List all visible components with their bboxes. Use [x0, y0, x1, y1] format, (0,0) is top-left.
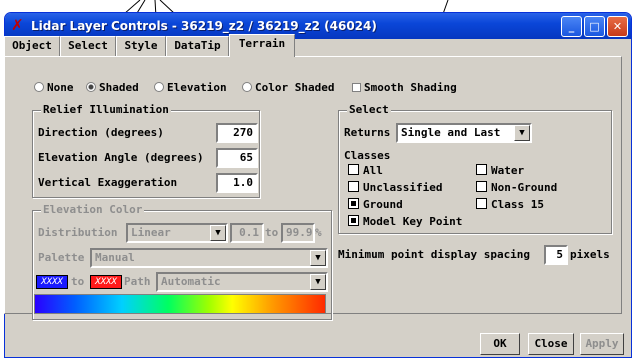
- elevation-angle-field[interactable]: 65: [216, 148, 258, 168]
- distribution-to-field[interactable]: 99.9: [281, 223, 315, 243]
- chevron-down-icon: ▼: [310, 274, 326, 290]
- checkbox-indicator: [476, 181, 487, 192]
- close-window-button[interactable]: ✕: [607, 16, 628, 37]
- radio-color-shaded-indicator: [242, 82, 252, 92]
- minimize-button[interactable]: _: [561, 16, 582, 37]
- radio-shaded[interactable]: Shaded: [86, 81, 139, 94]
- radio-color-shaded[interactable]: Color Shaded: [242, 81, 334, 94]
- radio-shaded-indicator: [86, 82, 96, 92]
- smooth-shading-indicator: [352, 83, 361, 92]
- swatch-to-label: to: [71, 275, 85, 288]
- checkbox-indicator: [348, 198, 359, 209]
- radio-none-indicator: [34, 82, 44, 92]
- apply-button[interactable]: Apply: [580, 333, 624, 355]
- checkbox-indicator: [476, 198, 487, 209]
- palette-select[interactable]: Manual ▼: [90, 248, 328, 268]
- close-button[interactable]: Close: [528, 333, 574, 355]
- elevation-angle-label: Elevation Angle (degrees): [38, 151, 204, 164]
- window-title: Lidar Layer Controls - 36219_z2 / 36219_…: [31, 19, 377, 33]
- relief-illumination-legend: Relief Illumination: [41, 103, 171, 116]
- class-unclassified-checkbox[interactable]: Unclassified: [348, 181, 442, 194]
- radio-elevation-indicator: [154, 82, 164, 92]
- elevation-color-legend: Elevation Color: [41, 203, 145, 216]
- returns-select[interactable]: Single and Last ▼: [396, 123, 532, 143]
- tab-select[interactable]: Select: [60, 36, 116, 56]
- class-model-key-point-checkbox[interactable]: Model Key Point: [348, 215, 462, 228]
- maximize-button[interactable]: □: [584, 16, 605, 37]
- classes-label: Classes: [344, 149, 391, 162]
- percent-label: %: [315, 226, 322, 239]
- direction-field[interactable]: 270: [216, 123, 258, 143]
- chevron-down-icon: ▼: [310, 250, 326, 266]
- app-icon: ✗: [11, 16, 24, 34]
- chevron-down-icon: ▼: [514, 125, 530, 141]
- class-15-checkbox[interactable]: Class 15: [476, 198, 544, 211]
- path-select[interactable]: Automatic ▼: [156, 272, 328, 292]
- checkbox-indicator: [476, 164, 487, 175]
- ok-button[interactable]: OK: [480, 333, 520, 355]
- tab-object[interactable]: Object: [4, 36, 60, 56]
- distribution-to-label: to: [265, 226, 279, 239]
- color-to-swatch[interactable]: XXXX: [90, 275, 122, 289]
- tab-datatip[interactable]: DataTip: [166, 36, 229, 56]
- color-from-swatch[interactable]: XXXX: [36, 275, 68, 289]
- distribution-select[interactable]: Linear ▼: [126, 223, 228, 243]
- direction-label: Direction (degrees): [38, 126, 164, 139]
- returns-label: Returns: [344, 126, 391, 139]
- distribution-label: Distribution: [38, 226, 118, 239]
- chevron-down-icon: ▼: [210, 225, 226, 241]
- class-water-checkbox[interactable]: Water: [476, 164, 524, 177]
- radio-elevation[interactable]: Elevation: [154, 81, 227, 94]
- class-non-ground-checkbox[interactable]: Non-Ground: [476, 181, 557, 194]
- checkbox-indicator: [348, 164, 359, 175]
- color-ramp-bar: [34, 294, 326, 314]
- vertical-exaggeration-label: Vertical Exaggeration: [38, 176, 178, 189]
- spacing-label: Minimum point display spacing: [338, 248, 531, 261]
- tab-style[interactable]: Style: [116, 36, 166, 56]
- spacing-units-label: pixels: [570, 248, 610, 261]
- smooth-shading-toggle[interactable]: Smooth Shading: [352, 81, 457, 94]
- checkbox-indicator: [348, 215, 359, 226]
- palette-label: Palette: [38, 251, 85, 264]
- select-legend: Select: [347, 103, 391, 116]
- tab-terrain[interactable]: Terrain: [229, 34, 295, 57]
- vertical-exaggeration-field[interactable]: 1.0: [216, 173, 258, 193]
- class-ground-checkbox[interactable]: Ground: [348, 198, 403, 211]
- spacing-field[interactable]: 5: [544, 245, 568, 265]
- radio-none[interactable]: None: [34, 81, 74, 94]
- class-all-checkbox[interactable]: All: [348, 164, 383, 177]
- path-label: Path: [124, 275, 151, 288]
- checkbox-indicator: [348, 181, 359, 192]
- distribution-from-field[interactable]: 0.1: [230, 223, 264, 243]
